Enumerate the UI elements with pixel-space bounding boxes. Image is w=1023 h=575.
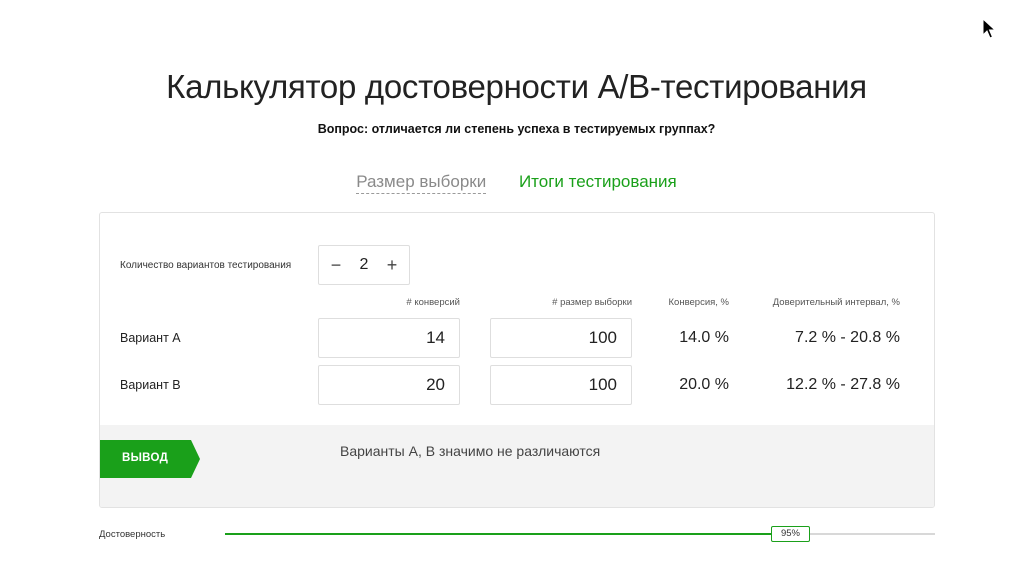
variant-b-sample-size-input[interactable]	[490, 365, 632, 405]
page-title: Калькулятор достоверности А/В-тестирован…	[166, 68, 867, 105]
tab-sample-size[interactable]: Размер выборки	[356, 172, 487, 194]
mouse-pointer-icon	[982, 18, 996, 39]
column-header-conversion-rate: Конверсия, %	[668, 297, 730, 308]
variants-count-value: 2	[359, 256, 369, 273]
variant-b-conversions-input[interactable]	[318, 365, 460, 405]
confidence-label: Достоверность	[99, 529, 166, 540]
confidence-slider-fill	[225, 533, 791, 535]
tab-test-results[interactable]: Итоги тестирования	[519, 172, 677, 192]
variants-count-label: Количество вариантов тестирования	[120, 260, 292, 271]
variant-a-conversions-input[interactable]	[318, 318, 460, 358]
output-badge-label: ВЫВОД	[122, 452, 169, 464]
variant-b-conversion-rate: 20.0 %	[679, 376, 729, 393]
variant-a-conversion-rate: 14.0 %	[679, 329, 729, 346]
tab-bar: Размер выборки Итоги тестирования	[0, 172, 1023, 194]
output-panel: ВЫВОД Варианты А, В значимо не различают…	[100, 425, 934, 507]
page-subtitle: Вопрос: отличается ли степень успеха в т…	[317, 122, 716, 136]
variant-a-confidence-interval: 7.2 % - 20.8 %	[795, 329, 900, 346]
increment-button[interactable]: +	[385, 256, 399, 274]
variant-b-label: Вариант В	[120, 378, 181, 392]
calculator-card: Количество вариантов тестирования − 2 + …	[99, 212, 935, 508]
output-badge: ВЫВОД	[100, 440, 200, 478]
column-header-confidence-interval: Доверительный интервал, %	[772, 297, 900, 308]
confidence-slider-handle[interactable]: 95%	[771, 526, 810, 542]
variant-a-sample-size-input[interactable]	[490, 318, 632, 358]
column-header-conversions: # конверсий	[406, 297, 460, 308]
decrement-button[interactable]: −	[329, 256, 343, 274]
variant-a-label: Вариант А	[120, 331, 181, 345]
variants-count-stepper: − 2 +	[318, 245, 410, 285]
variant-b-confidence-interval: 12.2 % - 27.8 %	[786, 376, 900, 393]
column-header-sample-size: # размер выборки	[552, 297, 632, 308]
output-text: Варианты А, В значимо не различаются	[340, 443, 601, 459]
